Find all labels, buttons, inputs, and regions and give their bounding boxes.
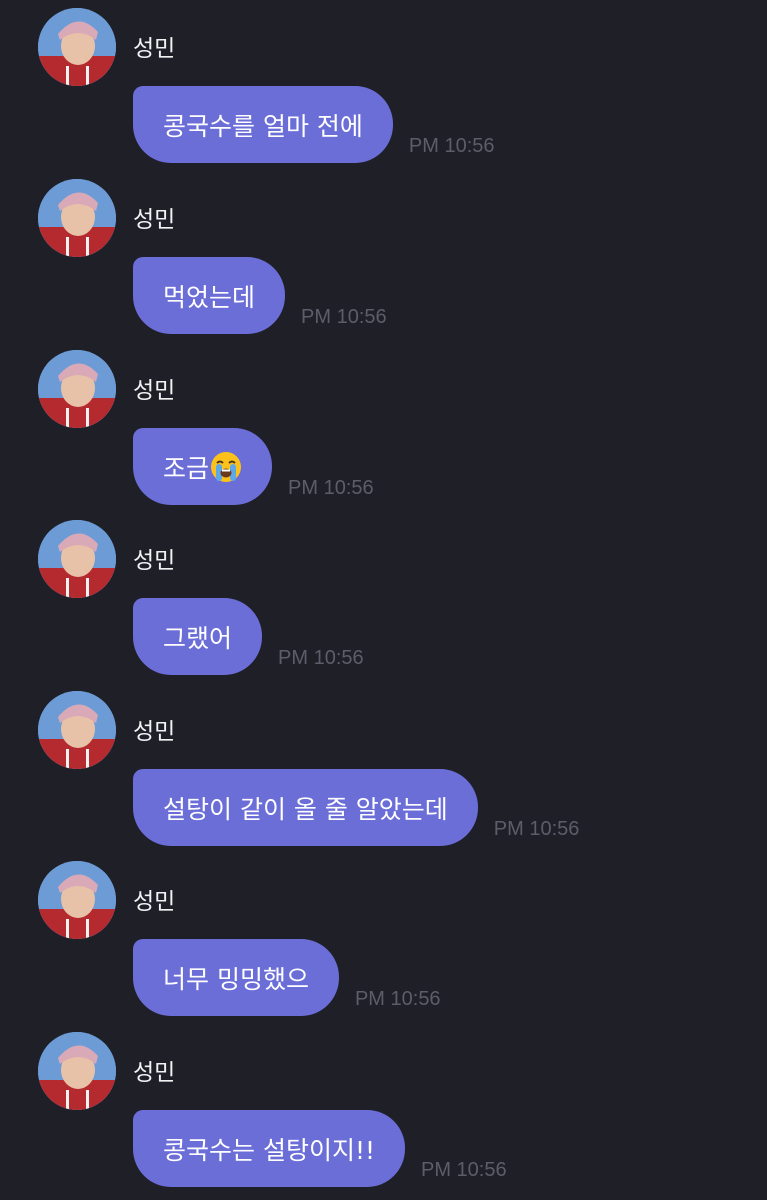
message-text: 콩국수를 얼마 전에 [163,111,363,141]
loudly-crying-face-icon [210,451,242,483]
sender-name: 성민 [133,378,176,404]
message-text: 설탕이 같이 올 줄 알았는데 [163,794,448,824]
chat-feed[interactable]: 성민 콩국수를 얼마 전에 PM 10:56 성민 먹었는데 PM 10:56 … [0,0,767,1200]
message-bubble[interactable]: 설탕이 같이 올 줄 알았는데 [133,769,478,846]
message-row: 너무 밍밍했으 PM 10:56 [133,939,441,1016]
chat-message: 성민 조금 PM 10:56 [0,342,767,512]
message-text: 콩국수는 설탕이지!! [163,1135,375,1165]
sender-avatar[interactable] [38,691,116,769]
sender-avatar[interactable] [38,861,116,939]
avatar-image [38,8,116,86]
message-timestamp: PM 10:56 [278,647,364,669]
sender-name: 성민 [133,1060,176,1086]
avatar-image [38,520,116,598]
sender-name: 성민 [133,207,176,233]
message-bubble[interactable]: 조금 [133,428,273,505]
message-text: 조금 [163,453,210,483]
sender-name: 성민 [133,719,176,745]
message-bubble[interactable]: 먹었는데 [133,257,286,334]
message-bubble[interactable]: 콩국수는 설탕이지!! [133,1110,405,1187]
sender-avatar[interactable] [38,1032,116,1110]
message-timestamp: PM 10:56 [301,306,387,328]
message-text: 먹었는데 [163,282,256,312]
chat-message: 성민 너무 밍밍했으 PM 10:56 [0,853,767,1023]
message-row: 설탕이 같이 올 줄 알았는데 PM 10:56 [133,769,579,846]
avatar-image [38,861,116,939]
message-text: 그랬어 [163,623,233,653]
sender-avatar[interactable] [38,179,116,257]
message-timestamp: PM 10:56 [408,135,495,157]
message-bubble[interactable]: 그랬어 [133,598,263,675]
chat-message: 성민 콩국수는 설탕이지!! PM 10:56 [0,1024,767,1194]
chat-message: 성민 설탕이 같이 올 줄 알았는데 PM 10:56 [0,683,767,853]
avatar-image [38,691,116,769]
message-text: 너무 밍밍했으 [163,964,309,994]
chat-message: 성민 먹었는데 PM 10:56 [0,171,767,341]
chat-message: 성민 그랬어 PM 10:56 [0,512,767,682]
sender-name: 성민 [133,36,176,62]
avatar-image [38,1032,116,1110]
message-row: 콩국수는 설탕이지!! PM 10:56 [133,1110,507,1187]
message-row: 조금 PM 10:56 [133,428,374,505]
chat-message: 성민 콩국수를 얼마 전에 PM 10:56 [0,0,767,170]
avatar-image [38,179,116,257]
message-row: 그랬어 PM 10:56 [133,598,364,675]
message-row: 콩국수를 얼마 전에 PM 10:56 [133,86,495,163]
sender-name: 성민 [133,548,176,574]
message-row: 먹었는데 PM 10:56 [133,257,387,334]
sender-avatar[interactable] [38,520,116,598]
message-timestamp: PM 10:56 [354,988,441,1010]
avatar-image [38,350,116,428]
message-bubble[interactable]: 너무 밍밍했으 [133,939,339,1016]
message-timestamp: PM 10:56 [421,1159,507,1181]
sender-avatar[interactable] [38,8,116,86]
message-timestamp: PM 10:56 [493,818,580,840]
sender-avatar[interactable] [38,350,116,428]
sender-name: 성민 [133,889,176,915]
message-timestamp: PM 10:56 [288,477,374,499]
message-bubble[interactable]: 콩국수를 얼마 전에 [133,86,393,163]
